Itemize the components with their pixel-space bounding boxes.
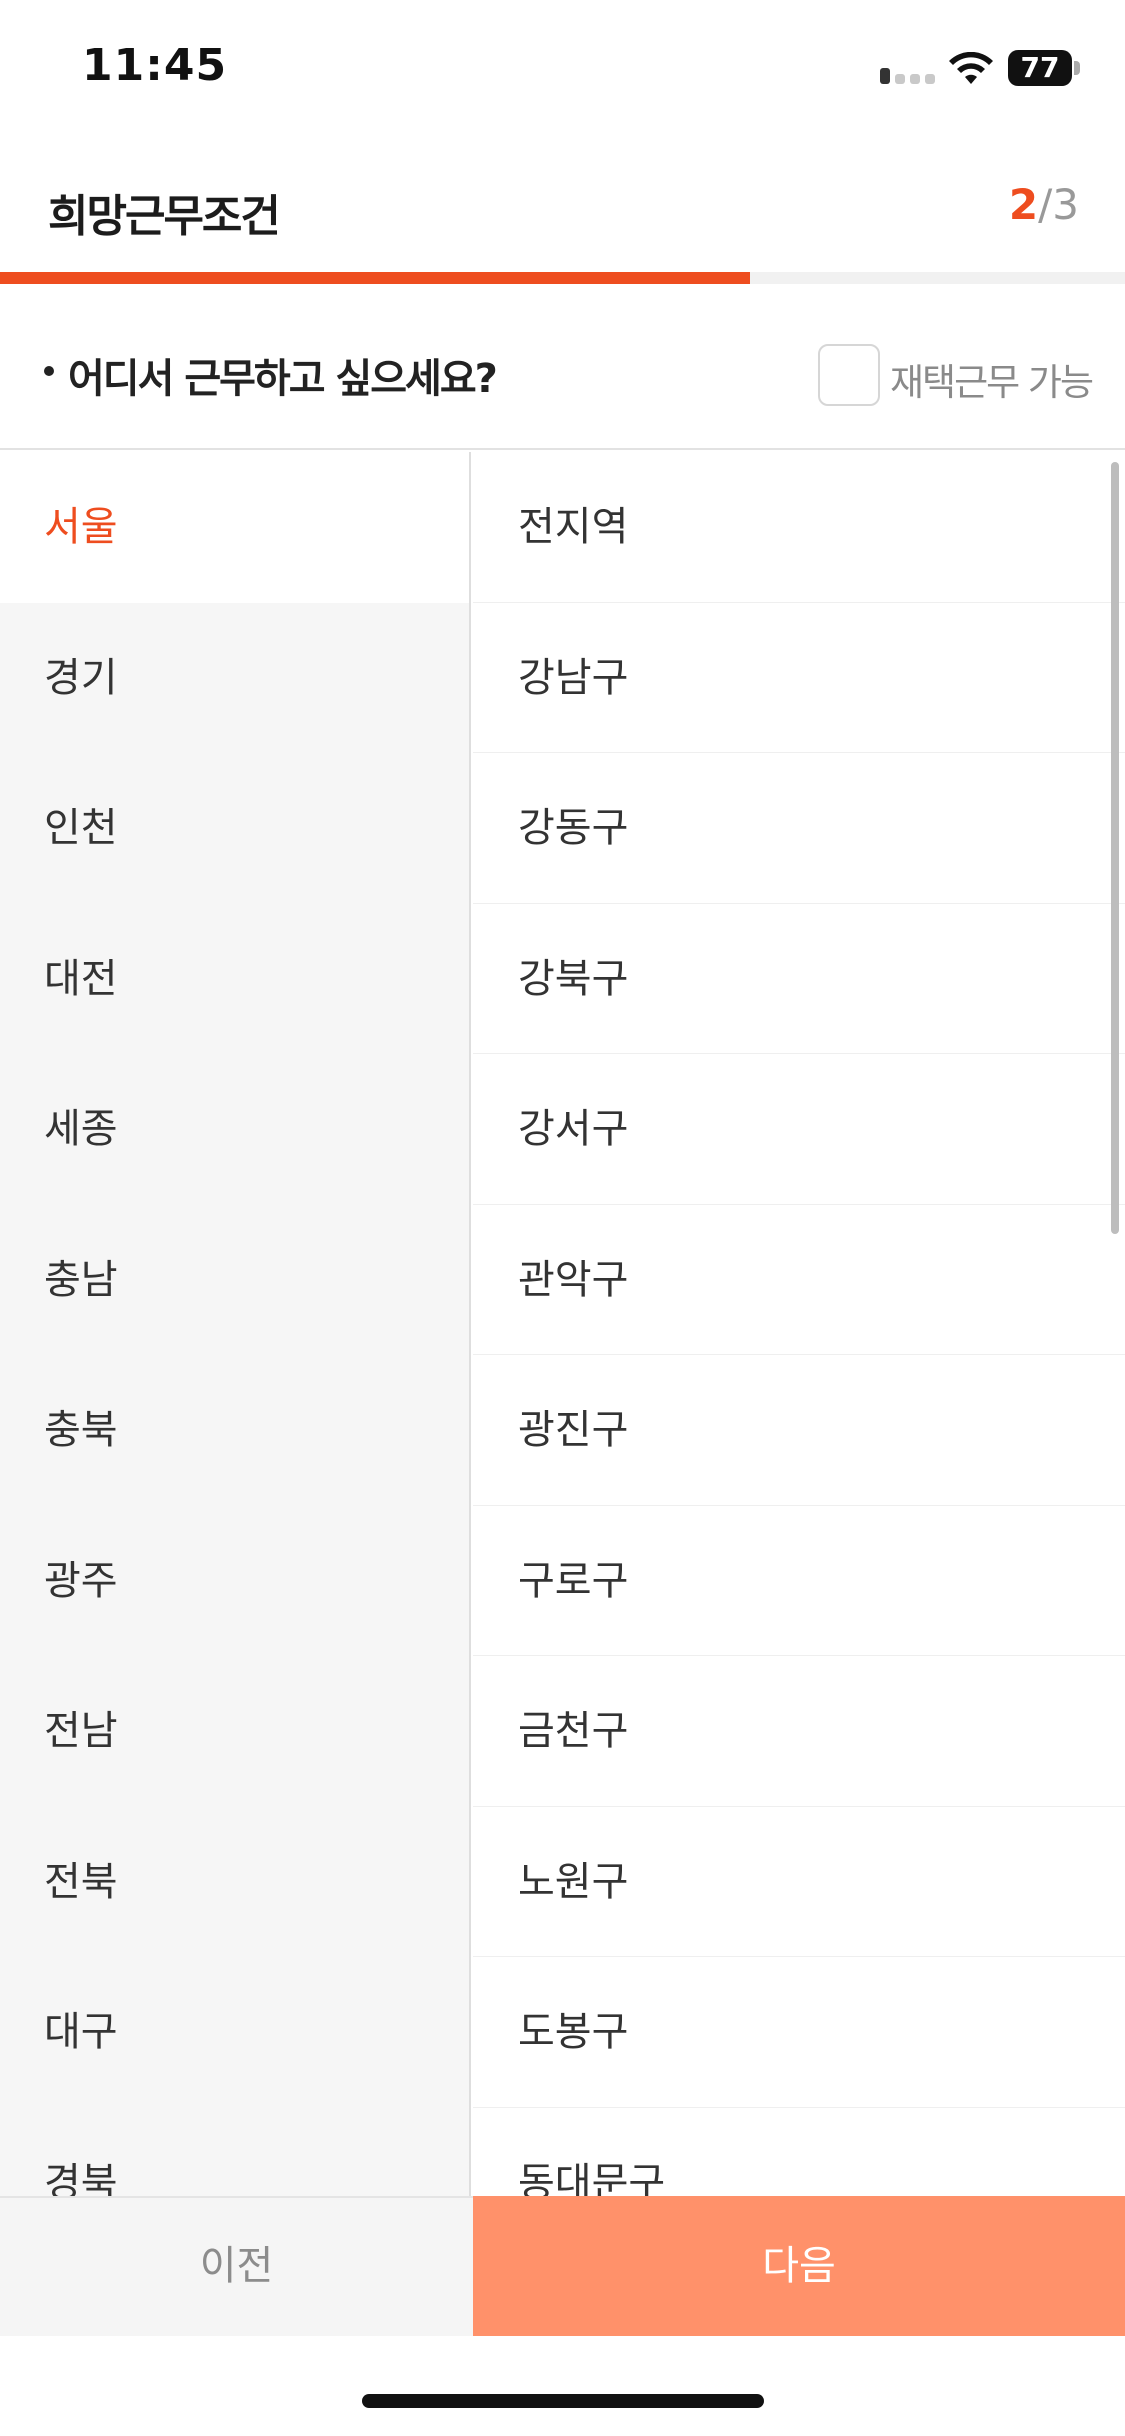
district-item[interactable]: 노원구 (473, 1807, 1125, 1957)
step-total: /3 (1038, 180, 1079, 229)
remote-work-checkbox[interactable] (818, 344, 880, 406)
district-item[interactable]: 도봉구 (473, 1957, 1125, 2108)
status-time: 11:45 (82, 40, 228, 91)
region-item[interactable]: 세종 (0, 1054, 469, 1205)
district-item[interactable]: 금천구 (473, 1656, 1125, 1807)
region-item[interactable]: 광주 (0, 1506, 469, 1657)
district-item[interactable]: 강남구 (473, 603, 1125, 753)
region-item[interactable]: 충남 (0, 1205, 469, 1356)
scrollbar[interactable] (1111, 462, 1119, 1234)
question-row: 어디서 근무하고 싶으세요? 재택근무 가능 (0, 300, 1125, 450)
district-item[interactable]: 강서구 (473, 1054, 1125, 1205)
region-item[interactable]: 경기 (0, 603, 469, 754)
prev-button[interactable]: 이전 (0, 2196, 473, 2336)
step-current: 2 (1008, 180, 1039, 229)
remote-work-label[interactable]: 재택근무 가능 (890, 352, 1094, 406)
region-item[interactable]: 인천 (0, 753, 469, 904)
region-item[interactable]: 대전 (0, 904, 469, 1055)
district-item[interactable]: 강북구 (473, 904, 1125, 1054)
location-picker: 서울 경기 인천 대전 세종 충남 충북 광주 전남 전북 대구 경북 전지역 강남구 강동구 강북구 강서구… (0, 452, 1125, 2196)
region-item[interactable]: 전남 (0, 1656, 469, 1807)
next-button[interactable]: 다음 (473, 2196, 1125, 2336)
home-indicator (362, 2394, 764, 2408)
district-item[interactable]: 광진구 (473, 1355, 1125, 1506)
page-title: 희망근무조건 (48, 191, 281, 242)
wifi-icon (949, 52, 993, 84)
battery-cap (1074, 61, 1080, 75)
region-list[interactable]: 서울 경기 인천 대전 세종 충남 충북 광주 전남 전북 대구 경북 (0, 452, 471, 2196)
district-item[interactable]: 관악구 (473, 1205, 1125, 1355)
region-item[interactable]: 대구 (0, 1957, 469, 2108)
district-item[interactable]: 동대문구 (473, 2108, 1125, 2197)
district-list[interactable]: 전지역 강남구 강동구 강북구 강서구 관악구 광진구 구로구 금천구 노원구 도봉구 동대문구 (473, 452, 1125, 2196)
region-item[interactable]: 서울 (0, 452, 469, 603)
footer: 이전 다음 (0, 2196, 1125, 2336)
progress-fill (0, 272, 751, 284)
district-item[interactable]: 강동구 (473, 753, 1125, 904)
district-item[interactable]: 전지역 (473, 452, 1125, 603)
bullet-icon (44, 366, 54, 376)
region-item[interactable]: 충북 (0, 1355, 469, 1506)
region-item[interactable]: 전북 (0, 1807, 469, 1958)
cellular-signal-icon (880, 68, 936, 84)
progress-bar (0, 272, 1125, 284)
status-bar: 11:45 77 (0, 0, 1125, 140)
question-text: 어디서 근무하고 싶으세요? (44, 346, 498, 404)
question-label: 어디서 근무하고 싶으세요? (68, 356, 498, 402)
region-item[interactable]: 경북 (0, 2108, 469, 2197)
header: 희망근무조건 2/3 (0, 150, 1125, 270)
district-item[interactable]: 구로구 (473, 1506, 1125, 1656)
battery-icon: 77 (1008, 50, 1072, 86)
step-indicator: 2/3 (1009, 180, 1079, 229)
